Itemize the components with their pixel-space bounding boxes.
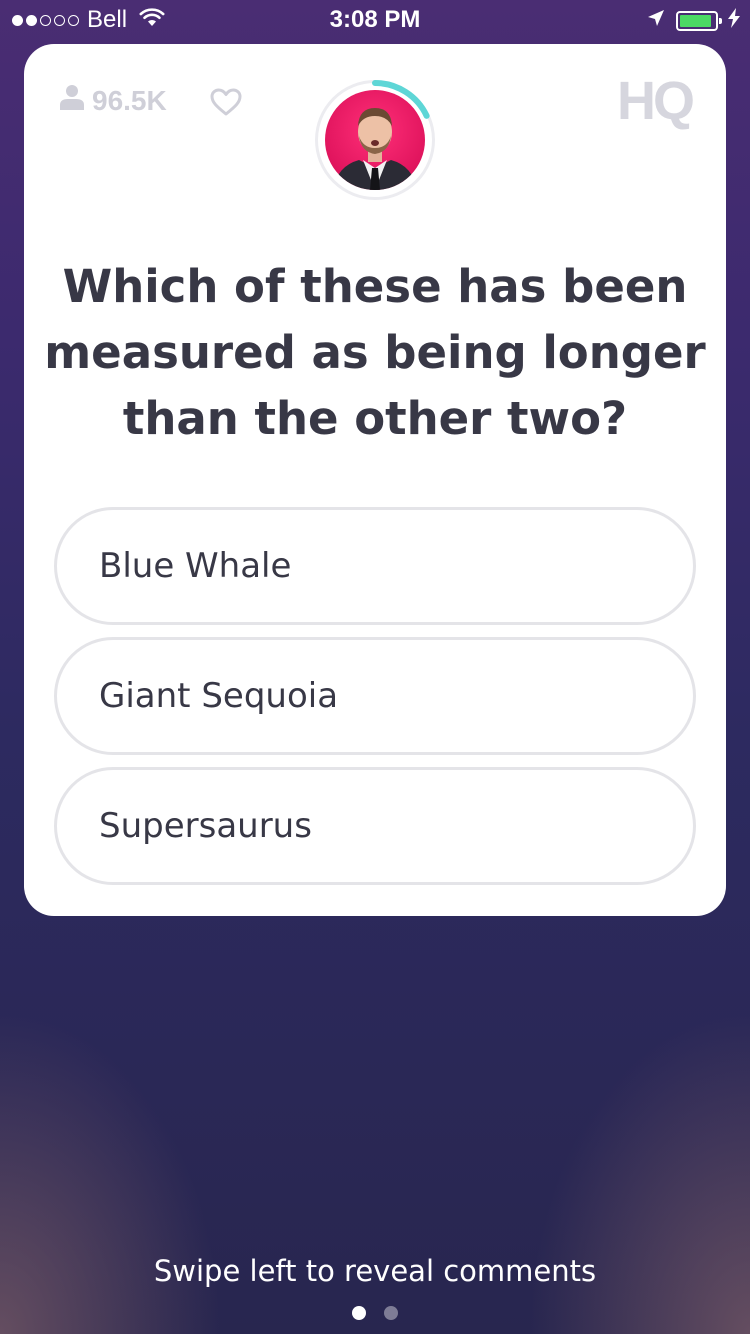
battery-nub	[719, 17, 722, 24]
viewer-count: 96.5K	[60, 84, 167, 117]
person-icon	[60, 84, 84, 117]
host-photo	[325, 90, 425, 190]
location-arrow-icon	[646, 8, 666, 33]
page-dot[interactable]	[384, 1306, 398, 1320]
lightning-bolt-icon	[728, 8, 740, 33]
answer-label: Blue Whale	[99, 546, 292, 586]
question-text: Which of these has been measured as bein…	[44, 260, 706, 445]
answer-label: Supersaurus	[99, 806, 312, 846]
answer-option-1[interactable]: Blue Whale	[54, 507, 696, 625]
answer-option-3[interactable]: Supersaurus	[54, 767, 696, 885]
host-avatar	[315, 80, 435, 200]
status-bar: Bell 3:08 PM	[0, 0, 750, 40]
page-dot[interactable]	[352, 1306, 366, 1320]
hq-logo: HQ	[617, 71, 695, 131]
heart-icon[interactable]	[210, 88, 242, 120]
page-indicator[interactable]	[0, 1306, 750, 1320]
swipe-hint: Swipe left to reveal comments	[153, 1254, 597, 1288]
battery-level-fill	[680, 14, 711, 27]
status-right	[646, 8, 740, 33]
battery-icon	[676, 10, 722, 31]
viewer-count-value: 96.5K	[92, 84, 167, 116]
answer-option-2[interactable]: Giant Sequoia	[54, 637, 696, 755]
question-card: 96.5K HQ Which of these has been measure…	[24, 44, 726, 916]
status-time: 3:08 PM	[329, 6, 421, 33]
answer-label: Giant Sequoia	[99, 676, 339, 716]
answer-list: Blue Whale Giant Sequoia Supersaurus	[54, 507, 696, 897]
